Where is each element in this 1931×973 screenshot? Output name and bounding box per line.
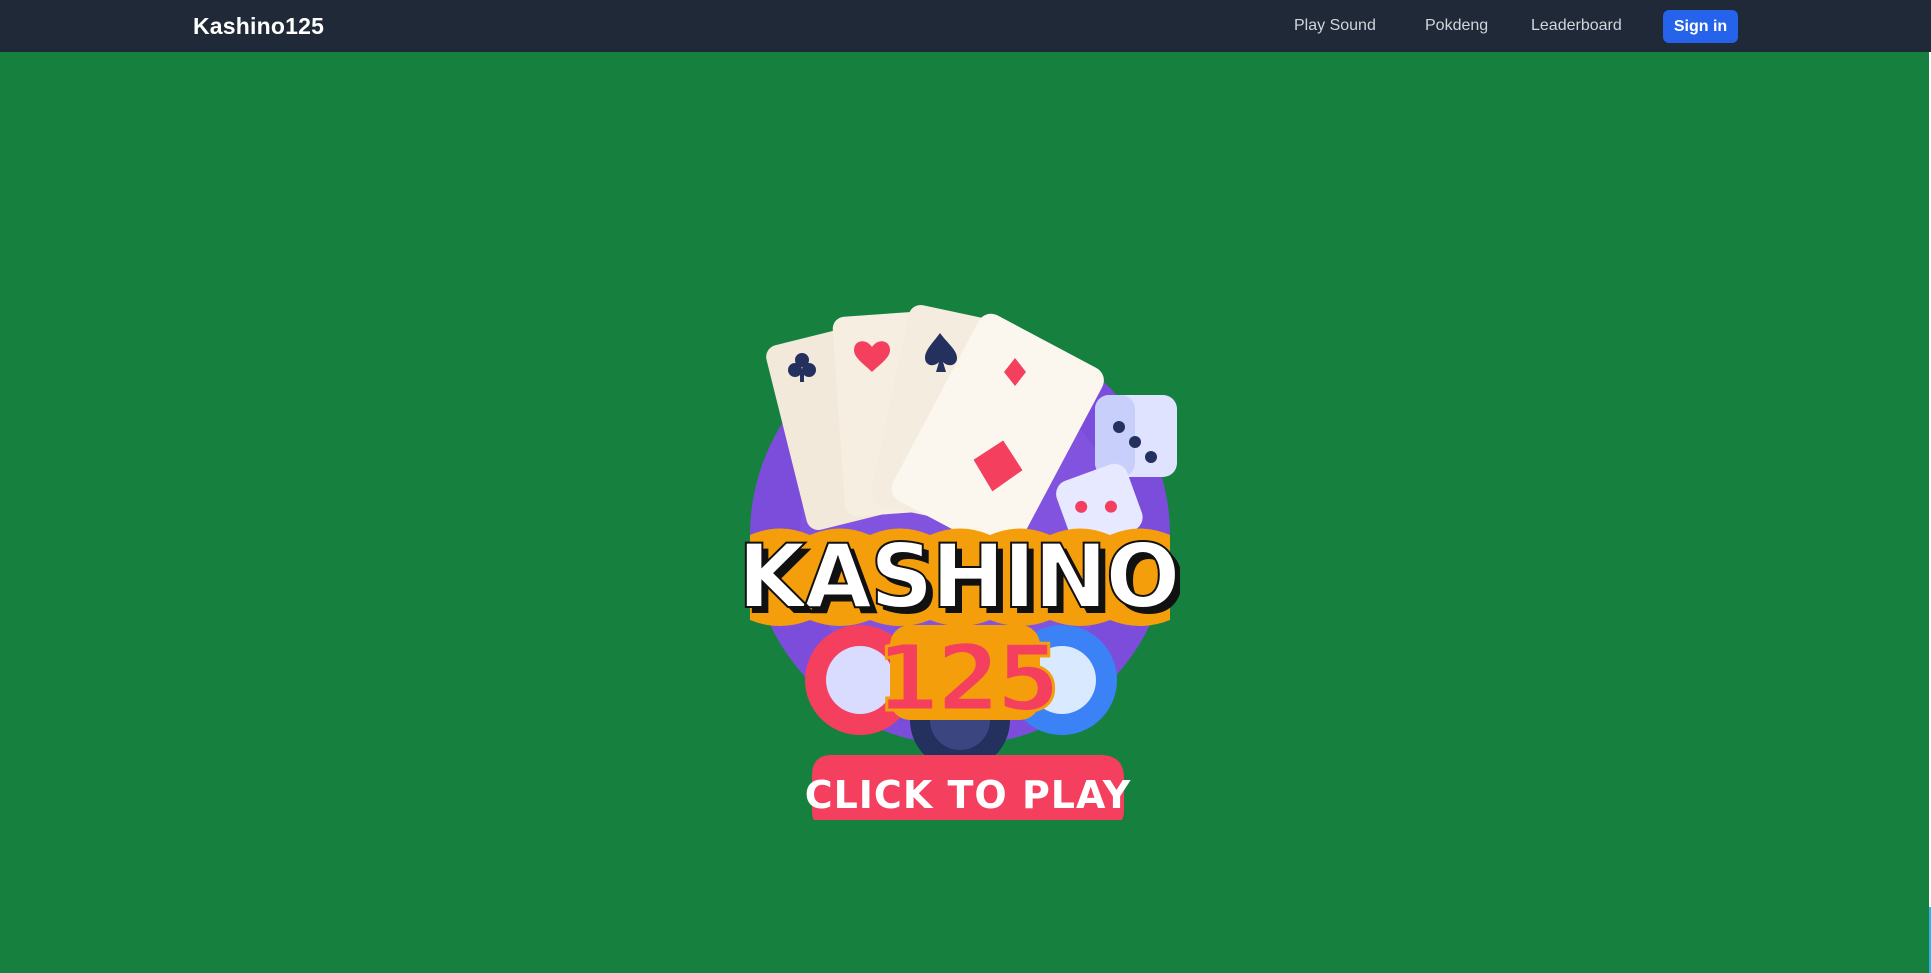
logo-wordmark-fill: KASHINO bbox=[740, 525, 1178, 628]
sign-in-button[interactable]: Sign in bbox=[1663, 10, 1738, 43]
top-navbar: Kashino125 Play Sound Pokdeng Leaderboar… bbox=[0, 0, 1931, 52]
click-to-play-label: CLICK TO PLAY bbox=[805, 773, 1132, 817]
nav-pokdeng[interactable]: Pokdeng bbox=[1425, 17, 1488, 35]
nav-play-sound[interactable]: Play Sound bbox=[1294, 17, 1376, 35]
brand-logo-text[interactable]: Kashino125 bbox=[193, 13, 324, 40]
nav-leaderboard[interactable]: Leaderboard bbox=[1531, 17, 1622, 35]
logo-number: 125 bbox=[876, 625, 1056, 732]
click-to-play-logo[interactable]: KASHINO KASHINO 125 CLICK TO PLAY bbox=[740, 300, 1180, 820]
click-to-play-button[interactable]: CLICK TO PLAY bbox=[805, 755, 1132, 820]
